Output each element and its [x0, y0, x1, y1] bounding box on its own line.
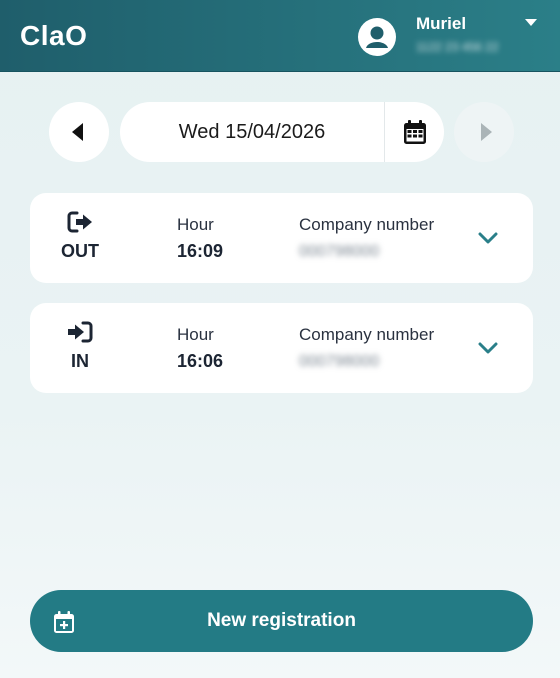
chevron-down-icon	[478, 232, 498, 244]
hour-label: Hour	[177, 325, 214, 344]
previous-day-button[interactable]	[49, 102, 109, 162]
chevron-down-icon	[478, 342, 498, 354]
registration-card-out[interactable]: OUT Hour 16:09 Company number 000798000	[30, 193, 533, 283]
user-name[interactable]: Muriel	[416, 14, 466, 34]
user-subtitle-obscured: 1122 23 456 22	[416, 40, 499, 54]
expand-button[interactable]	[474, 337, 502, 359]
hour-value: 16:06	[177, 351, 224, 371]
app-title: ClaO	[20, 20, 88, 51]
hour-value: 16:09	[177, 241, 224, 261]
user-avatar-icon[interactable]	[358, 18, 396, 56]
new-registration-button[interactable]: New registration	[30, 590, 533, 652]
caret-right-icon	[480, 123, 492, 141]
caret-left-icon	[71, 123, 83, 141]
company-number-label: Company number	[299, 325, 435, 344]
sign-out-icon	[67, 211, 92, 233]
direction-label: OUT	[61, 241, 99, 261]
hour-label: Hour	[177, 215, 214, 234]
new-registration-label: New registration	[207, 610, 356, 631]
current-date[interactable]: Wed 15/04/2026	[120, 102, 384, 162]
company-number-label: Company number	[299, 215, 435, 234]
app-header: ClaO Muriel 1122 23 456 22	[0, 0, 560, 72]
calendar-icon	[403, 120, 426, 144]
company-number-value: 000798000	[299, 243, 380, 260]
company-number-value: 000798000	[299, 353, 380, 370]
next-day-button[interactable]	[454, 102, 514, 162]
direction-label: IN	[71, 351, 89, 371]
calendar-button[interactable]	[385, 102, 444, 162]
expand-button[interactable]	[474, 227, 502, 249]
date-selector[interactable]: Wed 15/04/2026	[120, 102, 444, 162]
sign-in-icon	[68, 321, 93, 343]
registration-card-in[interactable]: IN Hour 16:06 Company number 000798000	[30, 303, 533, 393]
user-menu-chevron-down-icon[interactable]	[525, 19, 537, 26]
